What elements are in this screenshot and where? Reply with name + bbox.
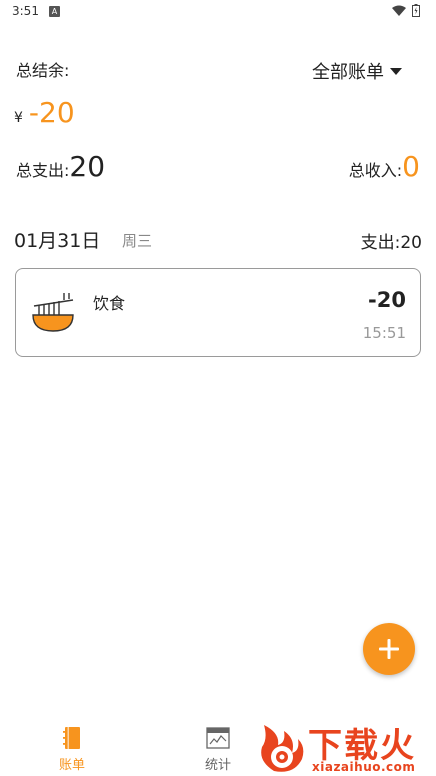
notification-a-icon: A	[49, 6, 60, 17]
watermark-subtitle: xiazaihuo.com	[312, 760, 416, 774]
transaction-time: 15:51	[362, 324, 406, 342]
day-expense-label: 支出:	[360, 233, 401, 253]
nav-label-stats: 统计	[204, 758, 231, 773]
total-income-label: 总收入:	[348, 161, 403, 180]
watermark-logo: 下载火 xiazaihuo.com	[254, 716, 430, 776]
account-filter-dropdown[interactable]: 全部账单	[312, 58, 402, 84]
total-income: 总收入: 0	[349, 150, 420, 183]
balance-value: -20	[28, 96, 75, 129]
plus-icon	[379, 639, 399, 659]
wifi-icon	[392, 5, 406, 16]
total-income-value: 0	[402, 150, 420, 183]
transaction-card[interactable]: 饮食 -20 15:51	[15, 268, 421, 357]
nav-item-bills[interactable]: 账单	[32, 726, 112, 773]
transaction-category: 饮食	[93, 294, 126, 313]
status-bar: 3:51 A	[0, 0, 436, 24]
account-filter-label: 全部账单	[312, 62, 384, 83]
total-expense-label: 总支出:	[16, 161, 70, 180]
chart-icon	[206, 727, 230, 749]
add-transaction-button[interactable]	[363, 623, 415, 675]
day-date: 01月31日	[14, 230, 101, 252]
status-right-icons	[392, 4, 420, 17]
currency-symbol: ¥	[14, 110, 23, 126]
caret-down-icon	[390, 67, 402, 75]
total-expense: 总支出: 20	[16, 150, 105, 183]
day-expense-value: 20	[400, 233, 422, 253]
nav-label-bills: 账单	[58, 758, 85, 773]
nav-item-stats[interactable]: 统计	[178, 726, 258, 773]
battery-icon	[412, 4, 420, 17]
notebook-icon	[63, 727, 80, 749]
day-weekday: 周三	[122, 232, 153, 250]
transaction-amount: -20	[368, 288, 406, 312]
noodle-bowl-icon	[32, 293, 74, 332]
day-group-header: 01月31日 周三 支出:20	[14, 226, 422, 254]
day-expense: 支出:20	[361, 228, 422, 253]
status-time: 3:51	[12, 4, 39, 18]
total-balance-label: 总结余:	[16, 61, 70, 80]
balance-row: ¥ -20	[14, 96, 75, 129]
flame-logo-icon	[261, 725, 304, 772]
total-expense-value: 20	[69, 150, 106, 183]
